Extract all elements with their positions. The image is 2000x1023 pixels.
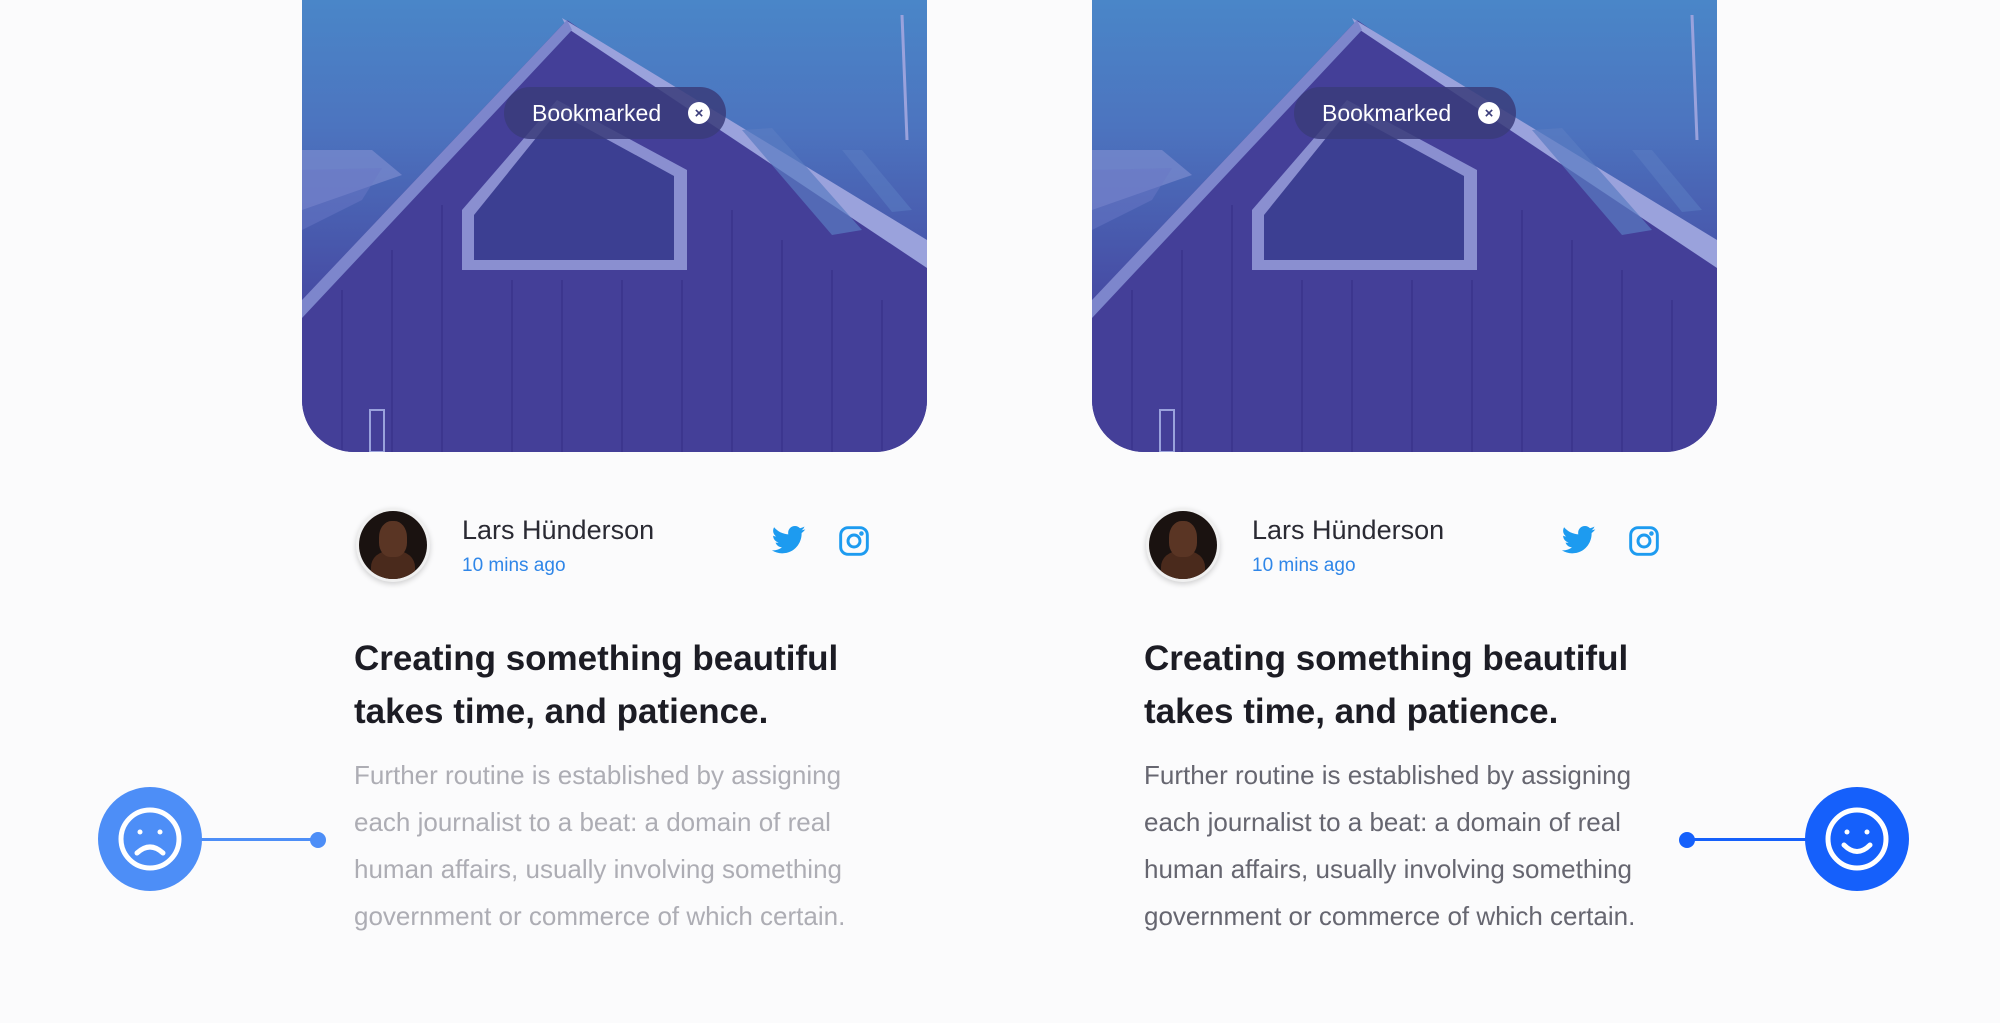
article-excerpt: Further routine is established by assign… bbox=[354, 760, 846, 931]
sad-face-icon[interactable] bbox=[98, 787, 202, 891]
post-time: 10 mins ago bbox=[462, 555, 566, 576]
twitter-icon[interactable] bbox=[771, 525, 806, 560]
connector-dot bbox=[1679, 832, 1695, 848]
hero-image: Bookmarked × bbox=[1092, 0, 1717, 452]
author-row: Lars Hünderson 10 mins ago bbox=[356, 505, 876, 585]
bookmarked-badge[interactable]: Bookmarked × bbox=[1294, 87, 1516, 139]
author-row: Lars Hünderson 10 mins ago bbox=[1146, 505, 1666, 585]
bookmarked-label: Bookmarked bbox=[1322, 99, 1452, 126]
article-excerpt: Further routine is established by assign… bbox=[1144, 760, 1636, 931]
twitter-icon[interactable] bbox=[1561, 525, 1596, 560]
article-card-left: Bookmarked × Lars Hünderson 10 mins ago … bbox=[302, 0, 927, 931]
article-title[interactable]: Creating something beautiful takes time,… bbox=[354, 632, 894, 738]
post-time: 10 mins ago bbox=[1252, 555, 1356, 576]
bookmarked-badge[interactable]: Bookmarked × bbox=[504, 87, 726, 139]
article-title[interactable]: Creating something beautiful takes time,… bbox=[1144, 632, 1684, 738]
article-card-right: Bookmarked × Lars Hünderson 10 mins ago … bbox=[1092, 0, 1717, 931]
connector-dot bbox=[310, 832, 326, 848]
hero-image: Bookmarked × bbox=[302, 0, 927, 452]
close-icon[interactable]: × bbox=[1478, 102, 1500, 124]
instagram-icon[interactable] bbox=[1628, 525, 1660, 562]
bookmarked-label: Bookmarked bbox=[532, 99, 662, 126]
instagram-icon[interactable] bbox=[838, 525, 870, 562]
author-name[interactable]: Lars Hünderson bbox=[462, 515, 654, 546]
happy-face-icon[interactable] bbox=[1805, 787, 1909, 891]
avatar[interactable] bbox=[1146, 508, 1220, 582]
author-name[interactable]: Lars Hünderson bbox=[1252, 515, 1444, 546]
close-icon[interactable]: × bbox=[688, 102, 710, 124]
connector-line bbox=[200, 838, 318, 841]
avatar[interactable] bbox=[356, 508, 430, 582]
connector-line bbox=[1688, 838, 1806, 841]
